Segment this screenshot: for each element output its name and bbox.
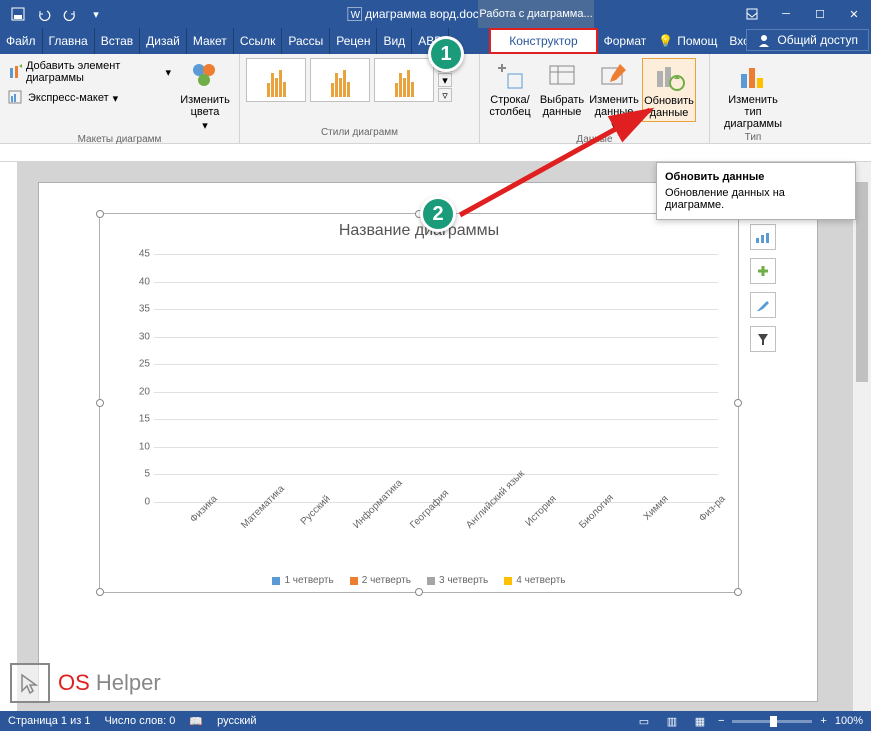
tab-file[interactable]: Файл	[0, 28, 43, 54]
qat-more-icon[interactable]: ▾	[84, 2, 108, 26]
dropdown-icon: ▾	[113, 92, 119, 105]
style-thumb[interactable]	[310, 58, 370, 102]
callout-2: 2	[420, 196, 456, 232]
tab-design[interactable]: Дизай	[140, 28, 187, 54]
web-layout-icon[interactable]: ▦	[690, 713, 710, 729]
dropdown-icon: ▾	[165, 66, 171, 79]
spellcheck-icon[interactable]: 📖	[189, 715, 203, 728]
chart-styles-button[interactable]	[750, 258, 776, 284]
tab-insert[interactable]: Встав	[95, 28, 140, 54]
title-bar: ▾ W диаграмма ворд.docx - Word Работа с …	[0, 0, 871, 28]
tell-me[interactable]: 💡Помощ	[652, 28, 723, 54]
chart-object[interactable]: Название диаграммы 051015202530354045 Фи…	[99, 213, 739, 593]
close-icon[interactable]: ✕	[837, 0, 871, 28]
chart-title[interactable]: Название диаграммы	[100, 214, 738, 248]
read-mode-icon[interactable]: ▭	[634, 713, 654, 729]
refresh-data-button[interactable]: Обновить данные	[642, 58, 696, 122]
svg-text:W: W	[350, 10, 360, 21]
contextual-tab-chart-tools: Работа с диаграмма...	[478, 0, 594, 28]
redo-icon[interactable]	[58, 2, 82, 26]
tab-view[interactable]: Вид	[377, 28, 412, 54]
tab-references[interactable]: Ссылк	[234, 28, 283, 54]
gallery-down-icon[interactable]: ▾	[438, 73, 452, 87]
status-page[interactable]: Страница 1 из 1	[8, 715, 90, 727]
chart-type-icon	[737, 60, 769, 92]
tooltip-refresh-data: Обновить данные Обновление данных на диа…	[656, 162, 856, 220]
watermark-logo: OS Helper	[10, 663, 161, 703]
ruler-horizontal[interactable]	[0, 144, 871, 162]
share-button[interactable]: Общий доступ	[746, 29, 869, 51]
chart-legend[interactable]: 1 четверть2 четверть3 четверть4 четверть	[100, 575, 738, 586]
colors-icon	[189, 60, 221, 92]
status-bar: Страница 1 из 1 Число слов: 0 📖 русский …	[0, 711, 871, 731]
change-colors-button[interactable]: Изменить цвета ▾	[177, 58, 233, 134]
edit-data-button[interactable]: Изменить данные ▾	[590, 58, 638, 134]
zoom-out-icon[interactable]: −	[718, 715, 724, 727]
gallery-more-icon[interactable]: ▿	[438, 88, 452, 102]
edit-icon	[598, 60, 630, 92]
tab-format[interactable]: Формат	[598, 28, 653, 54]
switch-row-col-button[interactable]: Строка/столбец	[486, 58, 534, 120]
document-area: Название диаграммы 051015202530354045 Фи…	[18, 162, 853, 711]
zoom-slider[interactable]	[732, 720, 812, 723]
tab-home[interactable]: Главна	[43, 28, 95, 54]
save-icon[interactable]	[6, 2, 30, 26]
tab-mailings[interactable]: Рассы	[282, 28, 330, 54]
chart-elements-button[interactable]	[750, 224, 776, 250]
refresh-icon	[653, 61, 685, 93]
tab-constructor[interactable]: Конструктор	[489, 28, 597, 54]
word-icon: W	[347, 7, 361, 21]
cursor-icon	[10, 663, 50, 703]
table-icon	[546, 60, 578, 92]
style-thumb[interactable]	[374, 58, 434, 102]
print-layout-icon[interactable]: ▥	[662, 713, 682, 729]
style-thumb[interactable]	[246, 58, 306, 102]
tab-review[interactable]: Рецен	[330, 28, 377, 54]
group-label-styles: Стили диаграмм	[246, 127, 473, 140]
maximize-icon[interactable]: ☐	[803, 0, 837, 28]
chart-plot-area[interactable]: 051015202530354045	[130, 254, 718, 502]
zoom-in-icon[interactable]: +	[820, 715, 826, 727]
status-language[interactable]: русский	[217, 715, 256, 727]
person-icon	[757, 33, 771, 47]
chart-filter-button[interactable]	[750, 326, 776, 352]
callout-1: 1	[428, 36, 464, 72]
ruler-vertical[interactable]	[0, 162, 18, 711]
page: Название диаграммы 051015202530354045 Фи…	[38, 182, 818, 702]
select-data-button[interactable]: Выбрать данные	[538, 58, 586, 120]
chart-brush-button[interactable]	[750, 292, 776, 318]
change-chart-type-button[interactable]: Изменить тип диаграммы	[716, 58, 790, 132]
ribbon-options-icon[interactable]	[735, 0, 769, 28]
chart-element-icon	[8, 64, 22, 80]
status-word-count[interactable]: Число слов: 0	[104, 715, 175, 727]
zoom-level[interactable]: 100%	[835, 715, 863, 727]
scrollbar-vertical[interactable]	[853, 162, 871, 711]
switch-icon	[494, 60, 526, 92]
tab-layout[interactable]: Макет	[187, 28, 234, 54]
minimize-icon[interactable]: ─	[769, 0, 803, 28]
undo-icon[interactable]	[32, 2, 56, 26]
chart-style-gallery[interactable]: ▴ ▾ ▿	[246, 58, 452, 102]
quick-layout-button[interactable]: Экспресс-макет ▾	[6, 88, 173, 108]
add-chart-element-button[interactable]: Добавить элемент диаграммы ▾	[6, 58, 173, 86]
layout-icon	[8, 90, 24, 106]
